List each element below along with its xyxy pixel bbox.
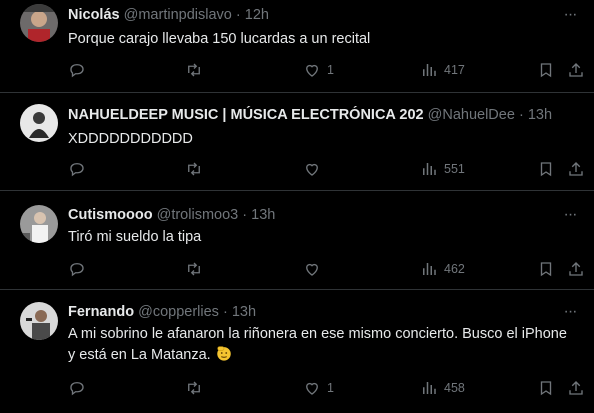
display-name[interactable]: NAHUELDEEP MUSIC | MÚSICA ELECTRÓNICA 20… xyxy=(68,107,424,123)
retweet-icon xyxy=(188,63,200,77)
view-count: 551 xyxy=(444,162,465,176)
tweet[interactable]: Cutismoooo @trolismoo3 · 13h ··· Tiró mi… xyxy=(0,191,594,290)
timestamp[interactable]: 13h xyxy=(528,107,552,123)
bookmark-icon xyxy=(540,63,552,78)
bookmark-icon xyxy=(540,262,552,277)
tweet[interactable]: Fernando @copperlies · 13h ··· A mi sobr… xyxy=(0,290,594,413)
view-count: 462 xyxy=(444,262,465,276)
bookmark-button[interactable] xyxy=(537,257,555,281)
share-icon xyxy=(569,381,583,395)
separator: · xyxy=(222,304,228,320)
reply-button[interactable] xyxy=(68,257,86,281)
retweet-button[interactable] xyxy=(185,58,203,82)
tweet-text-content: A mi sobrino le afanaron la riñonera en … xyxy=(68,326,567,363)
reply-icon xyxy=(70,163,84,177)
action-bar: 1 458 xyxy=(58,376,584,400)
view-count: 417 xyxy=(444,63,465,77)
bookmark-button[interactable] xyxy=(537,157,555,181)
share-icon xyxy=(569,262,583,276)
tweet[interactable]: NAHUELDEEP MUSIC | MÚSICA ELECTRÓNICA 20… xyxy=(0,93,594,191)
saluting-face-emoji xyxy=(216,346,231,361)
reply-icon xyxy=(70,382,84,396)
display-name[interactable]: Cutismoooo xyxy=(68,207,153,223)
reply-button[interactable] xyxy=(68,376,86,400)
retweet-icon xyxy=(188,381,200,395)
retweet-button[interactable] xyxy=(185,376,203,400)
tweet-text: Tiró mi sueldo la tipa xyxy=(68,229,202,245)
views-icon xyxy=(423,163,436,175)
avatar[interactable] xyxy=(20,205,58,243)
separator: · xyxy=(242,207,248,223)
share-button[interactable] xyxy=(567,157,585,181)
views-button[interactable]: 417 xyxy=(420,58,465,82)
replies-feed: Nicolás @martinpdislavo · 12h ··· Porque… xyxy=(0,0,594,413)
views-button[interactable]: 458 xyxy=(420,376,465,400)
like-button[interactable]: 1 xyxy=(303,376,334,400)
user-handle[interactable]: @martinpdislavo xyxy=(124,7,232,23)
tweet-text: XDDDDDDDDDDD xyxy=(68,131,193,147)
display-name[interactable]: Nicolás xyxy=(68,7,120,23)
more-options-button[interactable]: ··· xyxy=(560,206,580,224)
share-icon xyxy=(569,63,583,77)
retweet-icon xyxy=(188,162,200,176)
view-count: 458 xyxy=(444,381,465,395)
tweet[interactable]: Nicolás @martinpdislavo · 12h ··· Porque… xyxy=(0,0,594,93)
views-icon xyxy=(423,263,436,275)
user-handle[interactable]: @copperlies xyxy=(138,304,219,320)
views-button[interactable]: 462 xyxy=(420,257,465,281)
user-handle[interactable]: @trolismoo3 xyxy=(157,207,239,223)
share-button[interactable] xyxy=(567,376,585,400)
like-count: 1 xyxy=(327,381,334,395)
share-button[interactable] xyxy=(567,58,585,82)
retweet-icon xyxy=(188,262,200,276)
like-button[interactable]: 1 xyxy=(303,58,334,82)
tweet-header: Fernando @copperlies · 13h xyxy=(68,303,554,321)
share-button[interactable] xyxy=(567,257,585,281)
reply-icon xyxy=(70,263,84,277)
heart-icon xyxy=(306,163,318,176)
avatar[interactable] xyxy=(20,104,58,142)
display-name[interactable]: Fernando xyxy=(68,304,134,320)
more-options-button[interactable]: ··· xyxy=(560,303,580,321)
retweet-button[interactable] xyxy=(185,257,203,281)
bookmark-icon xyxy=(540,162,552,177)
avatar[interactable] xyxy=(20,4,58,42)
tweet-header: Nicolás @martinpdislavo · 12h xyxy=(68,6,554,24)
reply-icon xyxy=(70,64,84,78)
separator: · xyxy=(235,7,241,23)
heart-icon xyxy=(306,64,318,77)
tweet-text: Porque carajo llevaba 150 lucardas a un … xyxy=(68,31,371,47)
tweet-text: A mi sobrino le afanaron la riñonera en … xyxy=(68,324,570,365)
timestamp[interactable]: 13h xyxy=(232,304,256,320)
views-icon xyxy=(423,382,436,394)
share-icon xyxy=(569,162,583,176)
views-button[interactable]: 551 xyxy=(420,157,465,181)
timestamp[interactable]: 13h xyxy=(251,207,275,223)
reply-button[interactable] xyxy=(68,58,86,82)
like-button[interactable] xyxy=(303,157,327,181)
bookmark-button[interactable] xyxy=(537,376,555,400)
user-handle[interactable]: @NahuelDee xyxy=(428,107,515,123)
heart-icon xyxy=(306,382,318,395)
timestamp[interactable]: 12h xyxy=(245,7,269,23)
separator: · xyxy=(518,107,524,123)
heart-icon xyxy=(306,263,318,276)
avatar[interactable] xyxy=(20,302,58,340)
action-bar: 462 xyxy=(58,257,584,281)
more-options-button[interactable]: ··· xyxy=(560,6,580,24)
like-count: 1 xyxy=(327,63,334,77)
bookmark-icon xyxy=(540,381,552,396)
action-bar: 1 417 xyxy=(58,58,584,82)
retweet-button[interactable] xyxy=(185,157,203,181)
like-button[interactable] xyxy=(303,257,327,281)
tweet-header: NAHUELDEEP MUSIC | MÚSICA ELECTRÓNICA 20… xyxy=(68,106,554,124)
bookmark-button[interactable] xyxy=(537,58,555,82)
reply-button[interactable] xyxy=(68,157,86,181)
action-bar: 551 xyxy=(58,157,584,181)
tweet-header: Cutismoooo @trolismoo3 · 13h xyxy=(68,206,554,224)
views-icon xyxy=(423,64,436,76)
